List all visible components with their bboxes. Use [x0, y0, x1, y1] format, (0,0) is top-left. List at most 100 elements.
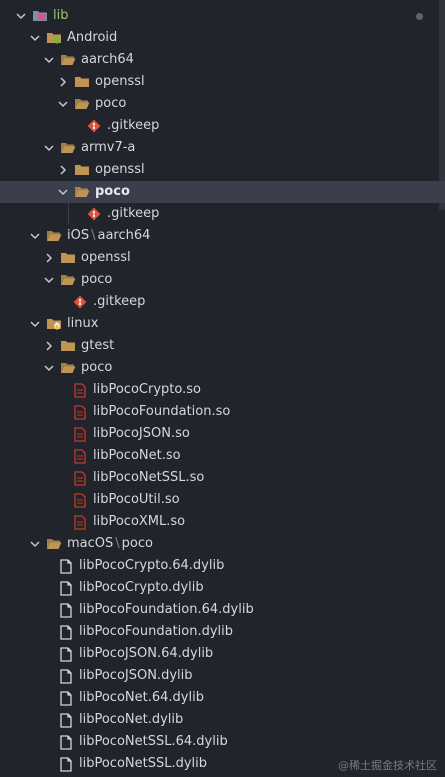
tree-item-name: openssl [95, 74, 145, 89]
folder-open-icon [60, 360, 76, 376]
tree-item-label: libPocoJSON.dylib [79, 665, 193, 687]
chevron-right-icon[interactable] [42, 335, 56, 357]
chevron-right-icon[interactable] [42, 247, 56, 269]
tree-item-label: poco [81, 269, 112, 291]
tree-item-label: lib [53, 5, 68, 27]
folder-icon [74, 74, 90, 90]
tree-item[interactable]: armv7-a [0, 137, 445, 159]
chevron-down-icon[interactable] [42, 357, 56, 379]
file-icon [58, 712, 74, 728]
tree-item[interactable]: .gitkeep [0, 291, 445, 313]
tree-item[interactable]: libPocoNetSSL.so [0, 467, 445, 489]
tree-item[interactable]: libPocoCrypto.so [0, 379, 445, 401]
git-icon [86, 206, 102, 222]
tree-item-name: libPocoNet.so [93, 448, 181, 463]
tree-item-label: libPocoNetSSL.so [93, 467, 204, 489]
tree-item[interactable]: libPocoNet.so [0, 445, 445, 467]
tree-item[interactable]: aarch64 [0, 49, 445, 71]
tree-item-label: libPocoUtil.so [93, 489, 180, 511]
file-icon [58, 624, 74, 640]
tree-item-label: libPocoJSON.so [93, 423, 190, 445]
tree-item[interactable]: iOS \ aarch64 [0, 225, 445, 247]
tree-item[interactable]: Android [0, 27, 445, 49]
library-file-icon [72, 404, 88, 420]
library-file-icon [72, 514, 88, 530]
tree-item[interactable]: libPocoUtil.so [0, 489, 445, 511]
tree-item[interactable]: libPocoCrypto.64.dylib [0, 555, 445, 577]
tree-item[interactable]: openssl [0, 247, 445, 269]
chevron-down-icon[interactable] [28, 313, 42, 335]
tree-item[interactable]: libPocoFoundation.dylib [0, 621, 445, 643]
chevron-down-icon[interactable] [28, 533, 42, 555]
tree-item[interactable]: .gitkeep [0, 115, 445, 137]
tree-item-name-compact: aarch64 [97, 228, 151, 243]
tree-item[interactable]: gtest [0, 335, 445, 357]
chevron-right-icon[interactable] [56, 71, 70, 93]
folder-open-icon [74, 184, 90, 200]
file-icon [58, 602, 74, 618]
tree-item-name: Android [67, 30, 118, 45]
tree-item[interactable]: libPocoFoundation.so [0, 401, 445, 423]
tree-item-label: libPocoNet.so [93, 445, 181, 467]
tree-item-name: libPocoNetSSL.dylib [79, 756, 208, 771]
tree-item-name: poco [81, 272, 113, 287]
tree-item[interactable]: poco [0, 181, 445, 203]
tree-item-name: libPocoUtil.so [93, 492, 180, 507]
tree-item-name: lib [53, 8, 69, 23]
chevron-down-icon[interactable] [42, 137, 56, 159]
chevron-down-icon[interactable] [14, 5, 28, 27]
tree-item-name: gtest [81, 338, 115, 353]
tree-item[interactable]: libPocoJSON.64.dylib [0, 643, 445, 665]
tree-item[interactable]: .gitkeep [0, 203, 445, 225]
chevron-right-icon[interactable] [56, 159, 70, 181]
tree-item-label: armv7-a [81, 137, 135, 159]
file-icon [58, 580, 74, 596]
tree-item-name: libPocoJSON.dylib [79, 668, 193, 683]
tree-item-label: openssl [95, 159, 145, 181]
tree-item-label: libPocoNet.dylib [79, 709, 183, 731]
tree-item[interactable]: poco [0, 269, 445, 291]
chevron-down-icon[interactable] [42, 269, 56, 291]
tree-item-label: poco [95, 181, 130, 203]
tree-item-name: poco [81, 360, 113, 375]
tree-item[interactable]: libPocoXML.so [0, 511, 445, 533]
tree-item[interactable]: libPocoCrypto.dylib [0, 577, 445, 599]
tree-item[interactable]: libPocoFoundation.64.dylib [0, 599, 445, 621]
chevron-down-icon[interactable] [56, 181, 70, 203]
file-icon [58, 558, 74, 574]
path-separator: \ [115, 536, 120, 551]
folder-icon [60, 250, 76, 266]
chevron-down-icon[interactable] [28, 225, 42, 247]
tree-item[interactable]: libPocoJSON.so [0, 423, 445, 445]
tree-item[interactable]: openssl [0, 71, 445, 93]
library-file-icon [72, 492, 88, 508]
tree-item[interactable]: libPocoNet.dylib [0, 709, 445, 731]
tree-item[interactable]: poco [0, 93, 445, 115]
watermark: @稀土掘金技术社区 [338, 759, 437, 772]
chevron-down-icon[interactable] [42, 49, 56, 71]
git-icon [86, 118, 102, 134]
library-file-icon [72, 470, 88, 486]
tree-item[interactable]: lib [0, 5, 445, 27]
tree-item[interactable]: libPocoNet.64.dylib [0, 687, 445, 709]
library-file-icon [72, 448, 88, 464]
tree-item[interactable]: macOS \ poco [0, 533, 445, 555]
tree-item-name: linux [67, 316, 99, 331]
tree-item-label: openssl [95, 71, 145, 93]
tree-item[interactable]: poco [0, 357, 445, 379]
tree-item[interactable]: libPocoJSON.dylib [0, 665, 445, 687]
chevron-down-icon[interactable] [28, 27, 42, 49]
tree-item-name: libPocoNetSSL.so [93, 470, 205, 485]
folder-icon [74, 162, 90, 178]
tree-item[interactable]: openssl [0, 159, 445, 181]
tree-item[interactable]: libPocoNetSSL.64.dylib [0, 731, 445, 753]
folder-linux-icon [46, 316, 62, 332]
tree-item-name: .gitkeep [107, 118, 160, 133]
folder-open-icon [46, 536, 62, 552]
tree-item-label: libPocoNetSSL.dylib [79, 753, 207, 775]
chevron-down-icon[interactable] [56, 93, 70, 115]
folder-open-icon [74, 96, 90, 112]
tree-item[interactable]: linux [0, 313, 445, 335]
tree-item-name: iOS [67, 228, 90, 243]
folder-open-icon [60, 272, 76, 288]
